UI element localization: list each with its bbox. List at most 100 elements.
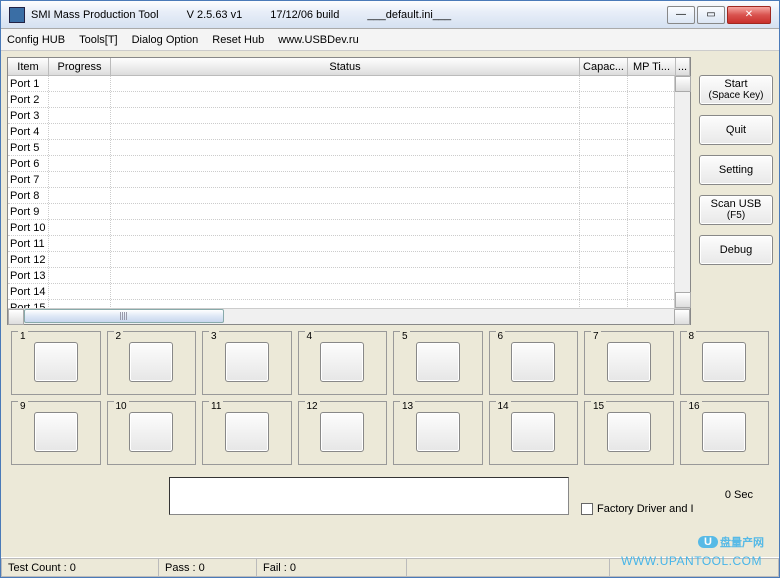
slot-number: 12 [305, 401, 320, 412]
vertical-scrollbar[interactable] [674, 76, 690, 308]
cell-status [111, 92, 580, 107]
table-row[interactable]: Port 11 [8, 236, 690, 252]
slot-button[interactable] [511, 342, 555, 382]
cell-capacity [580, 236, 628, 251]
table-row[interactable]: Port 9 [8, 204, 690, 220]
col-capacity[interactable]: Capac... [580, 58, 628, 75]
table-row[interactable]: Port 7 [8, 172, 690, 188]
cell-status [111, 188, 580, 203]
scroll-down-button[interactable] [675, 292, 691, 308]
debug-button[interactable]: Debug [699, 235, 773, 265]
slot-button[interactable] [320, 342, 364, 382]
table-row[interactable]: Port 12 [8, 252, 690, 268]
menu-config-hub[interactable]: Config HUB [7, 34, 65, 46]
col-mptime[interactable]: MP Ti... [628, 58, 676, 75]
port-slot: 13 [393, 401, 483, 465]
horizontal-scrollbar[interactable] [8, 308, 690, 324]
cell-item: Port 8 [8, 188, 49, 203]
slot-number: 6 [496, 331, 506, 342]
maximize-button[interactable]: ▭ [697, 6, 725, 24]
scroll-right-button[interactable] [674, 309, 690, 325]
menu-reset-hub[interactable]: Reset Hub [212, 34, 264, 46]
close-button[interactable]: ✕ [727, 6, 771, 24]
cell-mptime [628, 300, 676, 308]
cell-mptime [628, 188, 676, 203]
menu-url[interactable]: www.USBDev.ru [278, 34, 358, 46]
slot-button[interactable] [225, 412, 269, 452]
table-row[interactable]: Port 8 [8, 188, 690, 204]
table-row[interactable]: Port 4 [8, 124, 690, 140]
slot-number: 7 [591, 331, 601, 342]
scroll-left-button[interactable] [8, 309, 24, 325]
cell-progress [49, 252, 111, 267]
slot-number: 9 [18, 401, 28, 412]
table-row[interactable]: Port 10 [8, 220, 690, 236]
table-row[interactable]: Port 5 [8, 140, 690, 156]
factory-driver-label: Factory Driver and I [597, 503, 694, 515]
statusbar: Test Count : 0 Pass : 0 Fail : 0 [1, 557, 779, 577]
factory-driver-checkbox[interactable]: Factory Driver and I [581, 503, 694, 515]
port-slot: 4 [298, 331, 388, 395]
cell-mptime [628, 268, 676, 283]
table-row[interactable]: Port 3 [8, 108, 690, 124]
status-pass: Pass : 0 [158, 558, 256, 577]
seconds-label: 0 Sec [725, 489, 753, 501]
scroll-thumb[interactable] [24, 309, 224, 323]
cell-progress [49, 124, 111, 139]
slot-number: 1 [18, 331, 28, 342]
table-row[interactable]: Port 13 [8, 268, 690, 284]
table-row[interactable]: Port 15 [8, 300, 690, 308]
table-row[interactable]: Port 14 [8, 284, 690, 300]
col-status[interactable]: Status [111, 58, 580, 75]
slot-button[interactable] [225, 342, 269, 382]
cell-status [111, 108, 580, 123]
slot-button[interactable] [34, 412, 78, 452]
status-test-count: Test Count : 0 [1, 558, 158, 577]
table-row[interactable]: Port 2 [8, 92, 690, 108]
checkbox-icon[interactable] [581, 503, 593, 515]
start-button[interactable]: Start(Space Key) [699, 75, 773, 105]
col-item[interactable]: Item [8, 58, 49, 75]
log-textbox[interactable] [169, 477, 569, 515]
app-ini: ___default.ini___ [367, 9, 451, 21]
slot-button[interactable] [607, 412, 651, 452]
cell-capacity [580, 300, 628, 308]
menu-dialog-option[interactable]: Dialog Option [132, 34, 199, 46]
slot-button[interactable] [34, 342, 78, 382]
slot-number: 3 [209, 331, 219, 342]
slot-button[interactable] [129, 342, 173, 382]
cell-status [111, 252, 580, 267]
port-slot: 14 [489, 401, 579, 465]
titlebar[interactable]: SMI Mass Production Tool V 2.5.63 v1 17/… [1, 1, 779, 29]
slot-button[interactable] [320, 412, 364, 452]
cell-capacity [580, 268, 628, 283]
slot-button[interactable] [129, 412, 173, 452]
cell-status [111, 140, 580, 155]
minimize-button[interactable]: — [667, 6, 695, 24]
slot-button[interactable] [416, 412, 460, 452]
port-slot: 10 [107, 401, 197, 465]
slot-button[interactable] [416, 342, 460, 382]
scan-usb-button[interactable]: Scan USB(F5) [699, 195, 773, 225]
slot-button[interactable] [607, 342, 651, 382]
table-row[interactable]: Port 6 [8, 156, 690, 172]
slot-number: 2 [114, 331, 124, 342]
cell-mptime [628, 284, 676, 299]
menu-tools[interactable]: Tools[T] [79, 34, 118, 46]
table-row[interactable]: Port 1 [8, 76, 690, 92]
cell-item: Port 13 [8, 268, 49, 283]
cell-capacity [580, 108, 628, 123]
col-last[interactable]: ... [676, 58, 690, 75]
slot-button[interactable] [702, 342, 746, 382]
slot-button[interactable] [511, 412, 555, 452]
quit-button[interactable]: Quit [699, 115, 773, 145]
slot-number: 14 [496, 401, 511, 412]
setting-button[interactable]: Setting [699, 155, 773, 185]
slot-number: 11 [209, 401, 223, 412]
cell-progress [49, 92, 111, 107]
col-progress[interactable]: Progress [49, 58, 111, 75]
slot-button[interactable] [702, 412, 746, 452]
slot-number: 13 [400, 401, 415, 412]
cell-progress [49, 76, 111, 91]
scroll-up-button[interactable] [675, 76, 691, 92]
